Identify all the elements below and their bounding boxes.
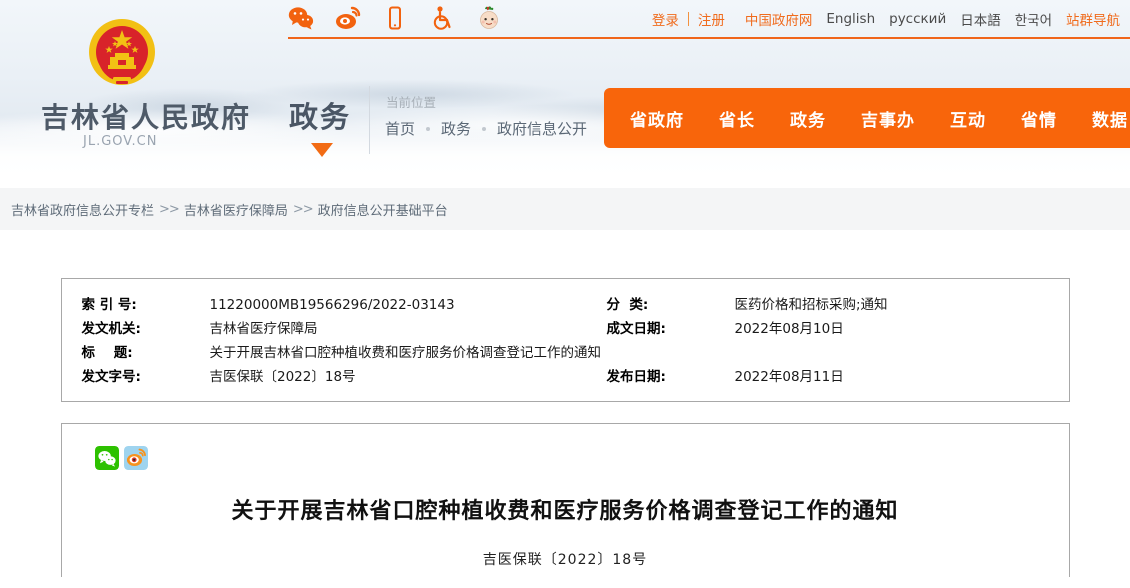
link-english[interactable]: English: [826, 11, 875, 27]
document-title: 关于开展吉林省口腔种植收费和医疗服务价格调查登记工作的通知: [231, 498, 899, 524]
metadata-row-category: 分 类: 医药价格和招标采购;通知: [607, 293, 1047, 317]
metadata-key: 成文日期:: [606, 321, 666, 337]
document-metadata-card: 索 引 号: 11220000MB19566296/2022-03143 发文机…: [60, 278, 1070, 402]
nav-item-provincial-government[interactable]: 省政府: [630, 106, 684, 131]
metadata-key: 发布日期:: [606, 369, 666, 385]
main-navigation: 省政府 省长 政务 吉事办 互动 省情 数据: [604, 88, 1130, 148]
metadata-key: 标 题:: [81, 345, 133, 361]
weibo-icon[interactable]: [335, 5, 361, 31]
national-emblem-icon: [85, 15, 159, 89]
nav-item-jishiban[interactable]: 吉事办: [861, 106, 915, 131]
metadata-value: 医药价格和招标采购;通知: [734, 297, 888, 313]
social-icon-strip: [288, 5, 502, 31]
sub-breadcrumb-separator: >>: [159, 201, 180, 217]
current-position-label: 当前位置: [386, 95, 437, 110]
nav-item-governor[interactable]: 省长: [719, 106, 755, 131]
language-links: 中国政府网 English русский 日本語 한국어 站群导航: [745, 9, 1120, 29]
link-china-gov[interactable]: 中国政府网: [745, 9, 813, 29]
breadcrumb-dot: [426, 126, 431, 131]
breadcrumb-item-info-disclosure[interactable]: 政府信息公开: [497, 118, 587, 139]
header-orange-rule: [288, 37, 1130, 39]
metadata-value: 11220000MB19566296/2022-03143: [209, 297, 455, 313]
login-link[interactable]: 登录: [652, 9, 679, 29]
nav-item-data[interactable]: 数据: [1092, 106, 1128, 131]
chevron-down-icon: [311, 143, 333, 157]
breadcrumb-item-home[interactable]: 首页: [385, 118, 415, 139]
link-site-group-nav[interactable]: 站群导航: [1066, 9, 1120, 29]
metadata-column-right: 分 类: 医药价格和招标采购;通知 成文日期: 2022年08月10日 发布日期…: [607, 293, 1047, 389]
nav-item-interaction[interactable]: 互动: [950, 106, 986, 131]
metadata-row-publish-date: 发布日期: 2022年08月11日: [607, 365, 1047, 389]
auth-divider: [687, 12, 689, 26]
metadata-value: 吉医保联〔2022〕18号: [209, 369, 356, 385]
link-russian[interactable]: русский: [889, 11, 946, 27]
sub-breadcrumb-item-healthcare-bureau[interactable]: 吉林省医疗保障局: [184, 200, 288, 219]
top-utility-links: 登录 注册 中国政府网 English русский 日本語 한국어 站群导航: [652, 9, 1120, 29]
section-label: 政务: [289, 100, 352, 134]
metadata-row-drafting-date: 成文日期: 2022年08月10日: [607, 317, 1047, 341]
wechat-icon[interactable]: [288, 5, 314, 31]
metadata-row-issuing-agency: 发文机关: 吉林省医疗保障局: [82, 317, 607, 341]
page-content: 索 引 号: 11220000MB19566296/2022-03143 发文机…: [0, 278, 1130, 577]
sub-breadcrumb-item-platform[interactable]: 政府信息公开基础平台: [318, 200, 448, 219]
breadcrumb: 首页 政务 政府信息公开: [385, 118, 587, 139]
breadcrumb-dot: [482, 126, 487, 131]
metadata-row-index-number: 索 引 号: 11220000MB19566296/2022-03143: [82, 293, 607, 317]
sub-breadcrumb-separator: >>: [292, 201, 314, 217]
mobile-icon[interactable]: [382, 5, 408, 31]
metadata-value: 2022年08月10日: [734, 321, 844, 337]
auth-links: 登录 注册: [652, 9, 725, 29]
metadata-row-spacer: [607, 341, 1047, 365]
link-korean[interactable]: 한국어: [1015, 9, 1052, 29]
document-body-card: 关于开展吉林省口腔种植收费和医疗服务价格调查登记工作的通知 吉医保联〔2022〕…: [60, 423, 1070, 577]
metadata-value: 关于开展吉林省口腔种植收费和医疗服务价格调查登记工作的通知: [209, 345, 602, 361]
link-japanese[interactable]: 日本語: [960, 9, 1001, 29]
nav-item-province-overview[interactable]: 省情: [1021, 106, 1057, 131]
document-number: 吉医保联〔2022〕18号: [482, 551, 648, 568]
sub-breadcrumb-bar: 吉林省政府信息公开专栏 >> 吉林省医疗保障局 >> 政府信息公开基础平台: [0, 188, 1130, 230]
metadata-value: 吉林省医疗保障局: [209, 321, 318, 337]
metadata-column-left: 索 引 号: 11220000MB19566296/2022-03143 发文机…: [62, 293, 607, 389]
metadata-value: 2022年08月11日: [734, 369, 844, 385]
wechat-share-icon[interactable]: [94, 446, 119, 470]
sub-breadcrumb-item-disclosure-column[interactable]: 吉林省政府信息公开专栏: [11, 200, 154, 219]
metadata-key: 发文机关:: [81, 321, 141, 337]
metadata-key: 索 引 号:: [81, 297, 137, 313]
breadcrumb-item-government-affairs[interactable]: 政务: [441, 118, 471, 139]
header-vertical-divider: [369, 86, 370, 154]
site-header: 吉林省人民政府 JL.GOV.CN 登录 注册 中国政府网 English ру…: [0, 0, 1130, 188]
nav-item-government-affairs[interactable]: 政务: [790, 106, 826, 131]
accessibility-icon[interactable]: [429, 5, 455, 31]
metadata-key: 发文字号:: [81, 369, 141, 385]
weibo-share-icon[interactable]: [123, 446, 148, 470]
share-button-row: [62, 446, 1069, 470]
site-title: 吉林省人民政府: [41, 101, 252, 134]
site-domain: JL.GOV.CN: [83, 134, 158, 149]
metadata-row-document-number: 发文字号: 吉医保联〔2022〕18号: [82, 365, 607, 389]
metadata-key: 分 类:: [606, 297, 649, 313]
elderly-child-mode-icon[interactable]: [476, 5, 502, 31]
register-link[interactable]: 注册: [698, 9, 725, 29]
metadata-row-title: 标 题: 关于开展吉林省口腔种植收费和医疗服务价格调查登记工作的通知: [82, 341, 607, 365]
